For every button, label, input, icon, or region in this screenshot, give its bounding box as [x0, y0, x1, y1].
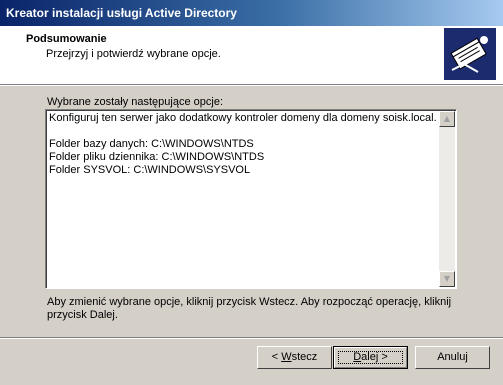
back-button[interactable]: < Wstecz [257, 346, 332, 369]
instructions-text: Aby zmienić wybrane opcje, kliknij przyc… [47, 296, 452, 321]
summary-textbox[interactable]: Konfiguruj ten serwer jako dodatkowy kon… [45, 109, 457, 289]
vertical-scrollbar[interactable]: ▲ ▼ [439, 111, 455, 287]
footer-divider-highlight [0, 338, 503, 339]
active-directory-book-icon [444, 28, 496, 80]
back-button-prefix: < [271, 351, 282, 363]
summary-text[interactable]: Konfiguruj ten serwer jako dodatkowy kon… [49, 112, 438, 286]
window-title: Kreator instalacji usługi Active Directo… [0, 0, 503, 26]
back-button-label: stecz [291, 351, 318, 363]
next-button[interactable]: Dalej > [333, 346, 408, 369]
next-button-label: alej > [361, 351, 388, 363]
next-button-text: Dalej > [353, 351, 388, 363]
next-button-accel: D [353, 351, 362, 363]
scroll-up-arrow-icon[interactable]: ▲ [439, 111, 455, 127]
scroll-down-arrow-icon[interactable]: ▼ [439, 271, 455, 287]
wizard-window: Kreator instalacji usługi Active Directo… [0, 0, 503, 385]
wizard-header: Podsumowanie Przejrzyj i potwierdź wybra… [0, 26, 503, 84]
cancel-button[interactable]: Anuluj [415, 346, 490, 369]
page-subtitle: Przejrzyj i potwierdź wybrane opcje. [46, 48, 221, 60]
back-button-accel: W [281, 351, 292, 363]
options-prompt: Wybrane zostały następujące opcje: [47, 96, 223, 108]
header-divider-highlight [0, 85, 503, 86]
page-title: Podsumowanie [26, 33, 107, 45]
